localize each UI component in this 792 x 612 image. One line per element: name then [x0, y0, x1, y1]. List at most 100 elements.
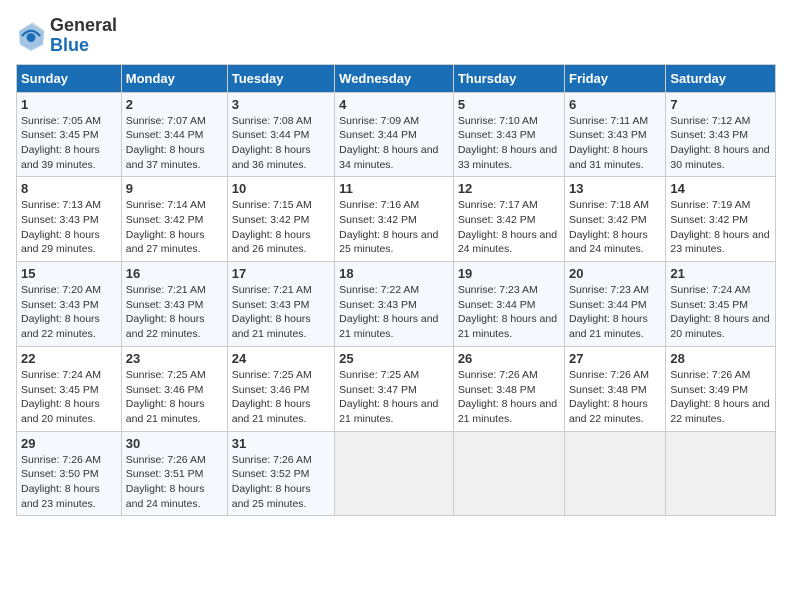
day-number: 7 — [670, 97, 771, 112]
calendar-cell: 23 Sunrise: 7:25 AMSunset: 3:46 PMDayligh… — [121, 346, 227, 431]
day-info: Sunrise: 7:08 AMSunset: 3:44 PMDaylight:… — [232, 114, 330, 173]
day-info: Sunrise: 7:09 AMSunset: 3:44 PMDaylight:… — [339, 114, 449, 173]
calendar-cell: 30 Sunrise: 7:26 AMSunset: 3:51 PMDayligh… — [121, 431, 227, 516]
day-info: Sunrise: 7:21 AMSunset: 3:43 PMDaylight:… — [232, 283, 330, 342]
calendar-cell: 25Sunrise: 7:25 AMSunset: 3:47 PMDayligh… — [335, 346, 454, 431]
day-info: Sunrise: 7:13 AMSunset: 3:43 PMDaylight:… — [21, 198, 117, 257]
week-row-4: 22 Sunrise: 7:24 AMSunset: 3:45 PMDayligh… — [17, 346, 776, 431]
day-number: 1 — [21, 97, 117, 112]
day-number: 28 — [670, 351, 771, 366]
day-number: 24 — [232, 351, 330, 366]
day-info: Sunrise: 7:20 AMSunset: 3:43 PMDaylight:… — [21, 283, 117, 342]
calendar-cell: 22 Sunrise: 7:24 AMSunset: 3:45 PMDayligh… — [17, 346, 122, 431]
calendar-cell: 13Sunrise: 7:18 AMSunset: 3:42 PMDayligh… — [565, 177, 666, 262]
day-number: 18 — [339, 266, 449, 281]
calendar-cell — [453, 431, 564, 516]
week-row-2: 8 Sunrise: 7:13 AMSunset: 3:43 PMDaylight… — [17, 177, 776, 262]
calendar-header-row: SundayMondayTuesdayWednesdayThursdayFrid… — [17, 64, 776, 92]
day-info: Sunrise: 7:19 AMSunset: 3:42 PMDaylight:… — [670, 198, 771, 257]
header-friday: Friday — [565, 64, 666, 92]
calendar-cell: 18Sunrise: 7:22 AMSunset: 3:43 PMDayligh… — [335, 262, 454, 347]
calendar-table: SundayMondayTuesdayWednesdayThursdayFrid… — [16, 64, 776, 517]
day-number: 22 — [21, 351, 117, 366]
header-wednesday: Wednesday — [335, 64, 454, 92]
day-info: Sunrise: 7:26 AMSunset: 3:52 PMDaylight:… — [232, 453, 330, 512]
calendar-cell: 21 Sunrise: 7:24 AMSunset: 3:45 PMDayligh… — [666, 262, 776, 347]
day-number: 19 — [458, 266, 560, 281]
day-number: 27 — [569, 351, 661, 366]
calendar-cell: 3 Sunrise: 7:08 AMSunset: 3:44 PMDaylight… — [227, 92, 334, 177]
day-number: 14 — [670, 181, 771, 196]
day-info: Sunrise: 7:12 AMSunset: 3:43 PMDaylight:… — [670, 114, 771, 173]
day-number: 10 — [232, 181, 330, 196]
calendar-cell: 7 Sunrise: 7:12 AMSunset: 3:43 PMDaylight… — [666, 92, 776, 177]
header-tuesday: Tuesday — [227, 64, 334, 92]
day-number: 30 — [126, 436, 223, 451]
calendar-cell: 11Sunrise: 7:16 AMSunset: 3:42 PMDayligh… — [335, 177, 454, 262]
header-monday: Monday — [121, 64, 227, 92]
day-info: Sunrise: 7:17 AMSunset: 3:42 PMDaylight:… — [458, 198, 560, 257]
day-info: Sunrise: 7:21 AMSunset: 3:43 PMDaylight:… — [126, 283, 223, 342]
calendar-cell: 15 Sunrise: 7:20 AMSunset: 3:43 PMDayligh… — [17, 262, 122, 347]
day-number: 20 — [569, 266, 661, 281]
day-number: 15 — [21, 266, 117, 281]
calendar-cell: 10 Sunrise: 7:15 AMSunset: 3:42 PMDayligh… — [227, 177, 334, 262]
day-number: 6 — [569, 97, 661, 112]
calendar-cell: 9 Sunrise: 7:14 AMSunset: 3:42 PMDaylight… — [121, 177, 227, 262]
day-number: 12 — [458, 181, 560, 196]
day-info: Sunrise: 7:26 AMSunset: 3:49 PMDaylight:… — [670, 368, 771, 427]
day-info: Sunrise: 7:26 AMSunset: 3:51 PMDaylight:… — [126, 453, 223, 512]
calendar-cell: 2Sunrise: 7:07 AMSunset: 3:44 PMDaylight… — [121, 92, 227, 177]
day-info: Sunrise: 7:23 AMSunset: 3:44 PMDaylight:… — [458, 283, 560, 342]
calendar-cell: 28 Sunrise: 7:26 AMSunset: 3:49 PMDayligh… — [666, 346, 776, 431]
day-info: Sunrise: 7:14 AMSunset: 3:42 PMDaylight:… — [126, 198, 223, 257]
calendar-cell: 8 Sunrise: 7:13 AMSunset: 3:43 PMDaylight… — [17, 177, 122, 262]
day-info: Sunrise: 7:07 AMSunset: 3:44 PMDaylight:… — [126, 114, 223, 173]
day-number: 16 — [126, 266, 223, 281]
day-number: 23 — [126, 351, 223, 366]
week-row-5: 29 Sunrise: 7:26 AMSunset: 3:50 PMDayligh… — [17, 431, 776, 516]
day-number: 4 — [339, 97, 449, 112]
day-number: 8 — [21, 181, 117, 196]
header-sunday: Sunday — [17, 64, 122, 92]
day-info: Sunrise: 7:24 AMSunset: 3:45 PMDaylight:… — [670, 283, 771, 342]
day-number: 3 — [232, 97, 330, 112]
calendar-cell: 24Sunrise: 7:25 AMSunset: 3:46 PMDayligh… — [227, 346, 334, 431]
calendar-cell: 27 Sunrise: 7:26 AMSunset: 3:48 PMDayligh… — [565, 346, 666, 431]
day-info: Sunrise: 7:23 AMSunset: 3:44 PMDaylight:… — [569, 283, 661, 342]
week-row-3: 15 Sunrise: 7:20 AMSunset: 3:43 PMDayligh… — [17, 262, 776, 347]
calendar-cell: 14 Sunrise: 7:19 AMSunset: 3:42 PMDayligh… — [666, 177, 776, 262]
calendar-cell: 6Sunrise: 7:11 AMSunset: 3:43 PMDaylight… — [565, 92, 666, 177]
day-number: 25 — [339, 351, 449, 366]
day-number: 5 — [458, 97, 560, 112]
header-thursday: Thursday — [453, 64, 564, 92]
day-info: Sunrise: 7:26 AMSunset: 3:48 PMDaylight:… — [569, 368, 661, 427]
day-number: 31 — [232, 436, 330, 451]
header-saturday: Saturday — [666, 64, 776, 92]
day-number: 9 — [126, 181, 223, 196]
day-info: Sunrise: 7:26 AMSunset: 3:48 PMDaylight:… — [458, 368, 560, 427]
calendar-cell: 19 Sunrise: 7:23 AMSunset: 3:44 PMDayligh… — [453, 262, 564, 347]
day-info: Sunrise: 7:15 AMSunset: 3:42 PMDaylight:… — [232, 198, 330, 257]
day-info: Sunrise: 7:24 AMSunset: 3:45 PMDaylight:… — [21, 368, 117, 427]
calendar-cell: 16 Sunrise: 7:21 AMSunset: 3:43 PMDayligh… — [121, 262, 227, 347]
calendar-cell: 5Sunrise: 7:10 AMSunset: 3:43 PMDaylight… — [453, 92, 564, 177]
calendar-cell — [666, 431, 776, 516]
calendar-cell: 17Sunrise: 7:21 AMSunset: 3:43 PMDayligh… — [227, 262, 334, 347]
day-info: Sunrise: 7:26 AMSunset: 3:50 PMDaylight:… — [21, 453, 117, 512]
calendar-cell: 12 Sunrise: 7:17 AMSunset: 3:42 PMDayligh… — [453, 177, 564, 262]
calendar-cell: 29 Sunrise: 7:26 AMSunset: 3:50 PMDayligh… — [17, 431, 122, 516]
day-number: 13 — [569, 181, 661, 196]
week-row-1: 1Sunrise: 7:05 AMSunset: 3:45 PMDaylight… — [17, 92, 776, 177]
day-info: Sunrise: 7:25 AMSunset: 3:46 PMDaylight:… — [126, 368, 223, 427]
logo-icon — [16, 21, 46, 51]
day-number: 29 — [21, 436, 117, 451]
day-number: 21 — [670, 266, 771, 281]
page-header: General Blue — [16, 16, 776, 56]
calendar-cell: 4 Sunrise: 7:09 AMSunset: 3:44 PMDaylight… — [335, 92, 454, 177]
calendar-cell — [335, 431, 454, 516]
calendar-cell: 20 Sunrise: 7:23 AMSunset: 3:44 PMDayligh… — [565, 262, 666, 347]
calendar-cell — [565, 431, 666, 516]
calendar-cell: 1Sunrise: 7:05 AMSunset: 3:45 PMDaylight… — [17, 92, 122, 177]
logo: General Blue — [16, 16, 117, 56]
